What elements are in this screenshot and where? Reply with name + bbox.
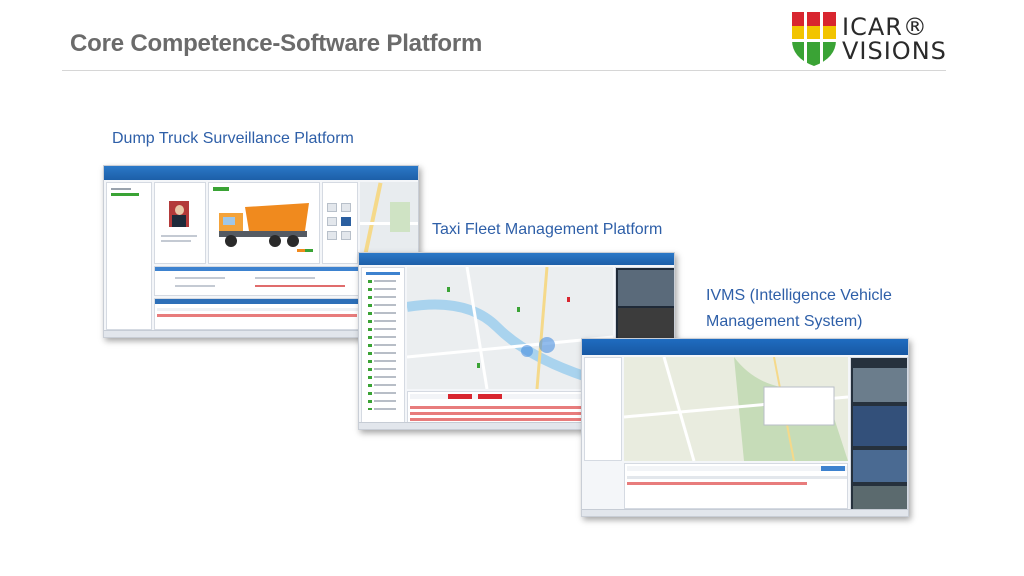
app-title-bar (582, 339, 908, 355)
vehicle-tree-panel (584, 357, 622, 461)
app-title-bar (104, 166, 418, 180)
logo-text-visions: VISIONS (842, 37, 947, 65)
caption-taxi-fleet: Taxi Fleet Management Platform (432, 221, 663, 238)
icar-visions-logo: ICAR® VISIONS (790, 10, 950, 68)
caption-ivms-line2: Management System) (706, 313, 863, 330)
caption-ivms-line1: IVMS (Intelligence Vehicle (706, 287, 892, 304)
app-title-bar (359, 253, 674, 265)
driver-photo (169, 201, 189, 227)
title-divider (62, 70, 946, 71)
truck-status-panel (208, 182, 320, 264)
caption-ivms: IVMS (Intelligence Vehicle Management Sy… (706, 283, 892, 335)
city-map-panel (624, 357, 848, 461)
shield-logo-icon (792, 12, 836, 66)
driver-info-panel (154, 182, 206, 264)
camera-feeds-panel (850, 357, 908, 515)
caption-dump-truck: Dump Truck Surveillance Platform (112, 130, 354, 147)
ivms-platform-screenshot (581, 338, 909, 517)
terrain-map-icon (624, 357, 848, 461)
vehicle-tree-panel (106, 182, 152, 330)
event-table (624, 463, 848, 509)
dump-truck-icon (219, 203, 309, 247)
vehicle-tree-panel (361, 267, 405, 425)
control-buttons-panel (322, 182, 358, 264)
status-bar (582, 509, 908, 516)
page-title: Core Competence-Software Platform (70, 30, 483, 57)
